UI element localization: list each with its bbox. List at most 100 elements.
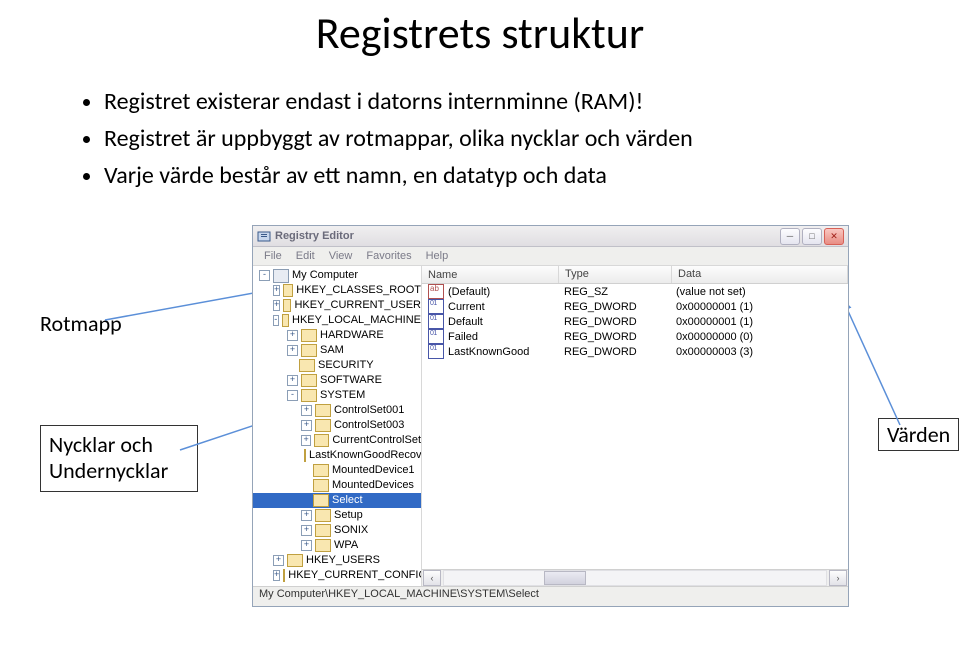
list-header[interactable]: Name Type Data [422,266,848,284]
expand-icon[interactable]: + [273,555,284,566]
list-row[interactable]: DefaultREG_DWORD0x00000001 (1) [422,314,848,329]
tree-node[interactable]: +SOFTWARE [253,373,421,388]
tree-node[interactable]: + ControlSet003 [253,418,421,433]
col-header-data[interactable]: Data [672,266,848,283]
label-nycklar: Nycklar och Undernycklar [40,425,198,492]
tree-node[interactable]: +SONIX [253,523,421,538]
tree-node-label: SECURITY [318,358,374,373]
registry-editor-window: Registry Editor ─ □ ✕ File Edit View Fav… [252,225,849,607]
bullet: Registret är uppbyggt av rotmappar, olik… [104,123,960,154]
horizontal-scrollbar[interactable]: ‹ › [422,569,848,586]
list-row[interactable]: (Default)REG_SZ(value not set) [422,284,848,299]
expand-icon[interactable]: + [273,285,280,296]
menu-view[interactable]: View [322,248,360,264]
titlebar[interactable]: Registry Editor ─ □ ✕ [253,226,848,247]
registry-tree[interactable]: -My Computer+HKEY_CLASSES_ROOT+HKEY_CURR… [253,266,422,586]
expand-icon[interactable]: + [301,540,312,551]
expand-icon[interactable]: + [273,570,280,581]
scroll-left-button[interactable]: ‹ [423,570,441,586]
value-type: REG_DWORD [558,301,670,313]
expand-icon[interactable]: + [287,345,298,356]
expand-icon[interactable]: + [301,405,312,416]
maximize-button[interactable]: □ [802,228,822,245]
value-name: LastKnownGood [448,346,529,358]
close-button[interactable]: ✕ [824,228,844,245]
expand-icon[interactable]: + [301,510,312,521]
tree-node[interactable]: + WPA [253,538,421,553]
tree-node[interactable]: -SYSTEM [253,388,421,403]
tree-node-label: HKEY_LOCAL_MACHINE [292,313,421,328]
tree-node[interactable]: +SAM [253,343,421,358]
values-list: Name Type Data (Default)REG_SZ(value not… [422,266,848,586]
tree-node-label: HKEY_CLASSES_ROOT [296,283,421,298]
tree-node-label: Select [332,493,363,508]
value-data: 0x00000001 (1) [670,316,848,328]
collapse-icon[interactable]: - [287,390,298,401]
folder-icon [301,374,317,387]
tree-node-label: WPA [334,538,358,553]
expand-placeholder [287,361,296,370]
tree-node-label: MountedDevice1 [332,463,415,478]
list-row[interactable]: FailedREG_DWORD0x00000000 (0) [422,329,848,344]
folder-icon [283,284,293,297]
minimize-button[interactable]: ─ [780,228,800,245]
slide-title: Registrets struktur [0,6,960,60]
menu-file[interactable]: File [257,248,289,264]
folder-icon [301,329,317,342]
list-rows[interactable]: (Default)REG_SZ(value not set)CurrentREG… [422,284,848,569]
expand-placeholder [301,496,310,505]
tree-node[interactable]: + HKEY_CLASSES_ROOT [253,283,421,298]
menu-favorites[interactable]: Favorites [359,248,418,264]
expand-icon[interactable]: + [301,420,312,431]
col-header-name[interactable]: Name [422,266,559,283]
scroll-right-button[interactable]: › [829,570,847,586]
scroll-thumb[interactable] [544,571,586,585]
tree-node-label: HARDWARE [320,328,384,343]
binary-value-icon [428,329,444,344]
app-icon [257,229,271,243]
menubar: File Edit View Favorites Help [253,247,848,266]
col-header-type[interactable]: Type [559,266,672,283]
tree-node[interactable]: LastKnownGoodRecovery [253,448,421,463]
string-value-icon [428,284,444,299]
collapse-icon[interactable]: - [259,270,270,281]
scroll-track[interactable] [443,570,827,586]
expand-icon[interactable]: + [287,375,298,386]
value-type: REG_DWORD [558,331,670,343]
tree-node[interactable]: +CurrentControlSet [253,433,421,448]
folder-icon [315,419,331,432]
tree-node[interactable]: + Setup [253,508,421,523]
tree-node[interactable]: Select [253,493,421,508]
expand-icon[interactable]: + [273,300,280,311]
tree-node-label: ControlSet001 [334,403,404,418]
tree-node-label: Setup [334,508,363,523]
tree-node[interactable]: + HARDWARE [253,328,421,343]
tree-node[interactable]: +HKEY_USERS [253,553,421,568]
list-row[interactable]: LastKnownGoodREG_DWORD0x00000003 (3) [422,344,848,359]
value-name: (Default) [448,286,490,298]
expand-icon[interactable]: + [287,330,298,341]
menu-edit[interactable]: Edit [289,248,322,264]
folder-icon [299,359,315,372]
value-name: Default [448,316,483,328]
tree-node[interactable]: - HKEY_LOCAL_MACHINE [253,313,421,328]
tree-node[interactable]: MountedDevice1 [253,463,421,478]
tree-node[interactable]: +HKEY_CURRENT_USER [253,298,421,313]
folder-icon [304,449,306,462]
label-varden: Värden [878,418,959,451]
tree-node[interactable]: SECURITY [253,358,421,373]
folder-icon [287,554,303,567]
expand-icon[interactable]: + [301,525,312,536]
tree-node[interactable]: -My Computer [253,268,421,283]
bullet: Registret existerar endast i datorns int… [104,86,960,117]
menu-help[interactable]: Help [419,248,456,264]
tree-node-label: ControlSet003 [334,418,404,433]
value-data: 0x00000003 (3) [670,346,848,358]
expand-icon[interactable]: + [301,435,311,446]
list-row[interactable]: CurrentREG_DWORD0x00000001 (1) [422,299,848,314]
collapse-icon[interactable]: - [273,315,279,326]
tree-node[interactable]: MountedDevices [253,478,421,493]
tree-node[interactable]: + ControlSet001 [253,403,421,418]
value-data: 0x00000001 (1) [670,301,848,313]
tree-node[interactable]: +HKEY_CURRENT_CONFIG [253,568,421,583]
